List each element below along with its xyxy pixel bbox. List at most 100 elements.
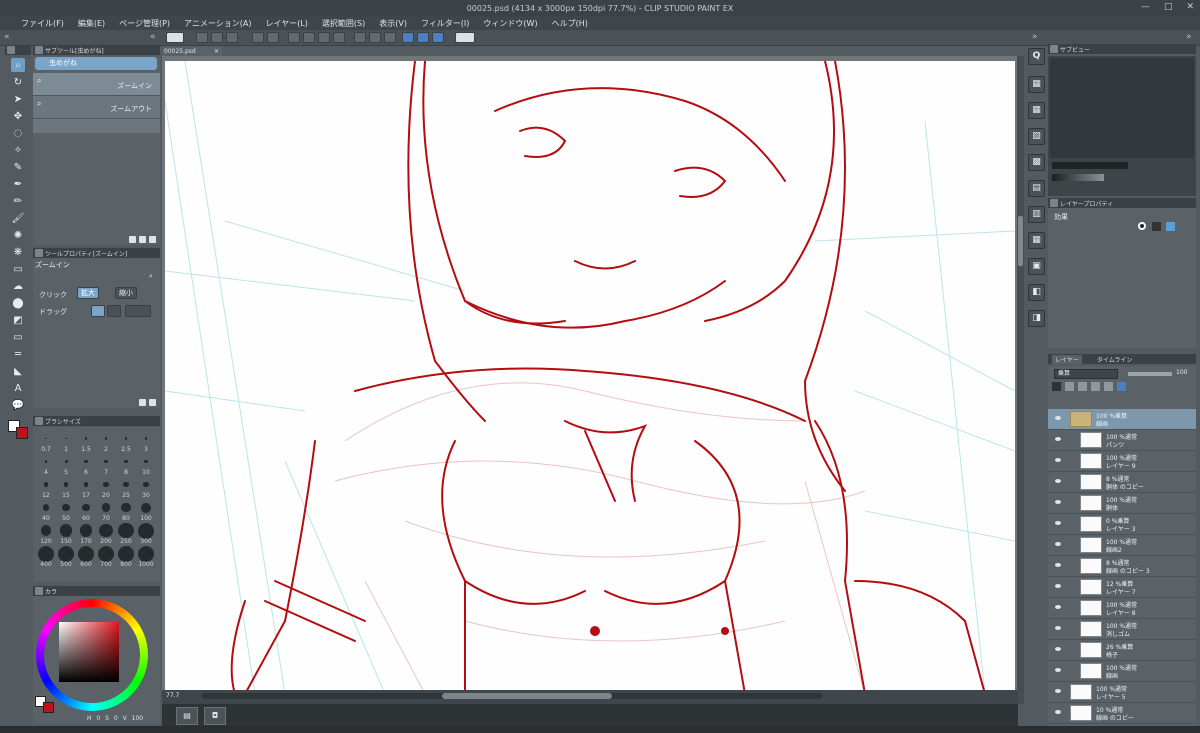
canvas-area[interactable] <box>162 56 1018 704</box>
palette-menu-icon[interactable] <box>35 249 43 257</box>
close-button[interactable]: ✕ <box>1186 2 1194 12</box>
hue-value[interactable]: 0 <box>96 715 100 722</box>
brush-size-cell[interactable]: 0.7 <box>36 430 56 453</box>
layer-row[interactable]: 100 %通常 レイヤー 9 <box>1048 451 1196 472</box>
horizontal-scroll-thumb[interactable] <box>442 693 612 699</box>
menu-filter[interactable]: フィルター(I) <box>414 18 476 29</box>
brush-size-cell[interactable]: 50 <box>56 499 76 522</box>
vertical-scroll-thumb[interactable] <box>1018 216 1023 266</box>
tab-timeline[interactable]: タイムライン <box>1094 355 1136 364</box>
layer-row[interactable]: 26 %乗算 椅子 <box>1048 640 1196 661</box>
brush-size-cell[interactable]: 170 <box>76 522 96 545</box>
fill-tool-icon[interactable]: ⬤ <box>11 296 25 310</box>
delete-subtool-icon[interactable] <box>149 236 156 243</box>
brush-size-cell[interactable]: 30 <box>136 476 156 499</box>
material-3-icon[interactable]: ▧ <box>1028 128 1045 145</box>
lock-transparent-icon[interactable] <box>1052 382 1061 391</box>
collapse-right-2-icon[interactable]: » <box>1186 32 1192 42</box>
rotate-tool-icon[interactable]: ↻ <box>11 75 25 89</box>
artboard[interactable] <box>165 61 1015 694</box>
tone-effect-icon[interactable] <box>1152 222 1161 231</box>
eye-icon[interactable] <box>1055 458 1061 462</box>
saturation-value-square[interactable] <box>59 622 119 682</box>
opacity-value[interactable]: 100 <box>1176 369 1187 376</box>
clip-studio-search-icon[interactable]: Q <box>1028 48 1045 65</box>
invert-selection-button[interactable] <box>369 32 381 43</box>
brush-size-cell[interactable]: 200 <box>96 522 116 545</box>
blend-mode-select[interactable]: 乗算 <box>1054 369 1118 379</box>
wrench-icon[interactable] <box>139 399 146 406</box>
new-file-button[interactable] <box>196 32 208 43</box>
brush-size-cell[interactable]: 120 <box>36 522 56 545</box>
draft-layer-icon[interactable] <box>1091 382 1100 391</box>
brush-size-cell[interactable]: 15 <box>56 476 76 499</box>
subtool-group-tab[interactable]: 虫めがね <box>35 57 157 70</box>
menu-help[interactable]: ヘルプ(H) <box>545 18 595 29</box>
transform-button[interactable] <box>303 32 315 43</box>
brush-size-cell[interactable]: 700 <box>96 545 116 568</box>
material-5-icon[interactable]: ▤ <box>1028 180 1045 197</box>
balloon-tool-icon[interactable]: 💬 <box>11 398 25 412</box>
help-button[interactable] <box>455 32 475 43</box>
brush-size-cell[interactable]: 12 <box>36 476 56 499</box>
brush-size-cell[interactable]: 70 <box>96 499 116 522</box>
copy-subtool-icon[interactable] <box>129 236 136 243</box>
eye-icon[interactable] <box>1055 563 1061 567</box>
layer-row[interactable]: 100 %通常 パンツ <box>1048 430 1196 451</box>
clip-studio-button[interactable] <box>166 32 184 43</box>
blend-tool-icon[interactable]: ☁ <box>11 279 25 293</box>
click-zoom-in-button[interactable]: 拡大 <box>77 287 99 299</box>
search-icon[interactable]: ⌕ <box>149 272 153 281</box>
ruler-tool-icon[interactable]: ◣ <box>11 364 25 378</box>
brush-size-cell[interactable]: 600 <box>76 545 96 568</box>
menu-layer[interactable]: レイヤー(L) <box>258 18 314 29</box>
canvas-horizontal-scrollbar[interactable] <box>202 693 822 699</box>
camera-view-button[interactable]: ◘ <box>204 707 226 725</box>
zoom-tool-icon[interactable]: ⌕ <box>11 58 25 72</box>
brush-size-cell[interactable]: 1.5 <box>76 430 96 453</box>
drag-mode-dropdown[interactable] <box>125 305 151 317</box>
brush-size-cell[interactable]: 500 <box>56 545 76 568</box>
brush-size-cell[interactable]: 5 <box>56 453 76 476</box>
layer-row[interactable]: 100 %通常 レイヤー 5 <box>1048 682 1196 703</box>
color-sub-swatch[interactable] <box>43 702 54 713</box>
canvas-vertical-scrollbar[interactable] <box>1017 56 1024 704</box>
palette-menu-icon[interactable] <box>1050 199 1058 207</box>
clip-layer-icon[interactable] <box>1065 382 1074 391</box>
menu-file[interactable]: ファイル(F) <box>14 18 71 29</box>
brush-tool-icon[interactable]: 🖌 <box>11 211 25 225</box>
brush-size-cell[interactable]: 300 <box>136 522 156 545</box>
decoration-tool-icon[interactable]: ❋ <box>11 245 25 259</box>
pen-tool-icon[interactable]: ✒ <box>11 177 25 191</box>
lasso-tool-icon[interactable]: ◌ <box>11 126 25 140</box>
layer-row[interactable]: 100 %通常 消しゴム <box>1048 619 1196 640</box>
material-2-icon[interactable]: ▦ <box>1028 102 1045 119</box>
snap-grid-button[interactable] <box>432 32 444 43</box>
selection-edge-button[interactable] <box>384 32 396 43</box>
eye-icon[interactable] <box>1055 416 1061 420</box>
layer-color-effect-icon[interactable] <box>1166 222 1175 231</box>
eye-icon[interactable] <box>1055 437 1061 441</box>
gradient-tool-icon[interactable]: ◩ <box>11 313 25 327</box>
eye-icon[interactable] <box>1055 584 1061 588</box>
palette-menu-icon[interactable] <box>35 417 43 425</box>
brush-size-cell[interactable]: 1 <box>56 430 76 453</box>
collapse-left-icon[interactable]: « <box>4 32 10 42</box>
menu-view[interactable]: 表示(V) <box>372 18 414 29</box>
collapse-left-2-icon[interactable]: « <box>150 32 156 42</box>
sub-color-swatch[interactable] <box>16 427 28 439</box>
layer-row[interactable]: 12 %乗算 レイヤー 7 <box>1048 577 1196 598</box>
brush-size-cell[interactable]: 20 <box>96 476 116 499</box>
material-4-icon[interactable]: ▩ <box>1028 154 1045 171</box>
menu-edit[interactable]: 編集(E) <box>71 18 112 29</box>
page-view-button[interactable]: ▤ <box>176 707 198 725</box>
layer-row[interactable]: 0 %乗算 レイヤー 3 <box>1048 514 1196 535</box>
layer-row[interactable]: 8 %通常 胴体 のコピー <box>1048 472 1196 493</box>
saturation-value[interactable]: 0 <box>114 715 118 722</box>
eye-icon[interactable] <box>1055 668 1061 672</box>
color-wheel-icon[interactable] <box>35 587 43 595</box>
brush-size-cell[interactable]: 250 <box>116 522 136 545</box>
undo-button[interactable] <box>252 32 264 43</box>
redo-button[interactable] <box>267 32 279 43</box>
layer-row[interactable]: 100 %乗算 線画 <box>1048 409 1196 430</box>
